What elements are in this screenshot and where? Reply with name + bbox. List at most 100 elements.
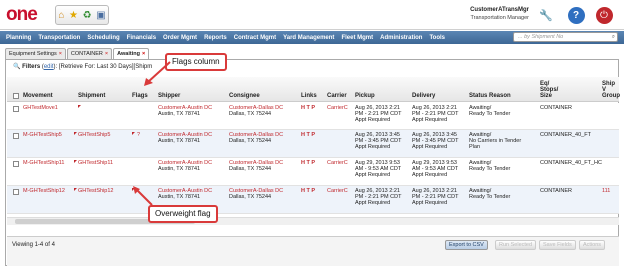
shipments-panel: 🔍 Filters (edit): [Retrieve For: Last 30… [5, 59, 620, 266]
eq-cell: CONTAINER_40_FT_HC [540, 160, 602, 166]
monitor-icon[interactable]: ▣ [96, 10, 105, 21]
shipment-link[interactable]: GHTestShip12 [78, 188, 113, 194]
col-status-reason[interactable]: Status Reason [469, 93, 511, 99]
horizontal-scrollbar[interactable] [7, 217, 619, 225]
power-icon[interactable]: ⏻ [594, 5, 614, 25]
table-row[interactable]: M-GHTestShip11 GHTestShip11 CustomerA-Au… [7, 158, 619, 186]
nav-tools[interactable]: Tools [429, 35, 445, 41]
carrier-link[interactable]: CarrierC [327, 105, 348, 111]
delivery-cell: Aug 26, 2013 3:45 PM - 3:45 PM CDT Appt Re… [412, 132, 459, 150]
nav-contract-mgmt[interactable]: Contract Mgmt [234, 35, 276, 41]
pickup-cell: Aug 29, 2013 9:53 AM - 9:53 AM CDT Appt Re… [355, 160, 402, 178]
movement-link[interactable]: M-GHTestShip5 [23, 132, 62, 138]
ship-group-link[interactable]: 111 [602, 188, 610, 194]
shipper-link[interactable]: CustomerA-Austin DC Austin, TX 78741 [158, 105, 212, 117]
col-links[interactable]: Links [301, 93, 317, 99]
top-bar: one ⌂ ★ ♻ ▣ CustomerATransMgr Transporta… [0, 0, 624, 30]
links-cell[interactable]: H T P [301, 188, 315, 194]
col-carrier[interactable]: Carrier [327, 93, 347, 99]
status-cell: Awaiting/Ready To Tender [469, 188, 511, 200]
col-pickup[interactable]: Pickup [355, 93, 375, 99]
shipment-link[interactable]: GHTestShip5 [78, 132, 110, 138]
status-cell: Awaiting/Ready To Tender [469, 105, 511, 117]
nav-planning[interactable]: Planning [6, 35, 31, 41]
quick-icons: ⌂ ★ ♻ ▣ [55, 5, 109, 25]
pickup-cell: Aug 26, 2013 3:45 PM - 3:45 PM CDT Appt Re… [355, 132, 402, 150]
table-row[interactable]: GHTestMove1 CustomerA-Austin DC Austin, T… [7, 103, 619, 130]
user-role: Transportation Manager [470, 15, 530, 21]
row-checkbox[interactable] [13, 161, 19, 167]
note-flag-icon [74, 188, 77, 191]
col-consignee[interactable]: Consignee [229, 93, 260, 99]
table-row[interactable]: M-GHTestShip5 GHTestShip5 ? CustomerA-Au… [7, 130, 619, 158]
search-icon[interactable]: ⌕ [612, 33, 615, 41]
question-flag-icon[interactable]: ? [137, 132, 140, 138]
carrier-link[interactable]: CarrierC [327, 160, 348, 166]
select-all-checkbox[interactable] [13, 93, 19, 99]
tab-container[interactable]: CONTAINER × [66, 48, 113, 59]
consignee-link[interactable]: CustomerA-Dallas DC Dallas, TX 75244 [229, 132, 283, 144]
nav-reports[interactable]: Reports [204, 35, 227, 41]
movement-link[interactable]: M-GHTestShip12 [23, 188, 65, 194]
nav-order-mgmt[interactable]: Order Mgmt [163, 35, 197, 41]
row-checkbox[interactable] [13, 189, 19, 195]
tab-equipment-settings[interactable]: Equipment Settings × [5, 48, 66, 59]
eq-cell: CONTAINER [540, 105, 572, 111]
shipper-link[interactable]: CustomerA-Austin DC Austin, TX 78741 [158, 188, 212, 200]
shipment-link[interactable]: GHTestShip11 [78, 160, 113, 166]
wrench-icon[interactable]: 🔧 [536, 5, 556, 25]
close-icon[interactable]: × [59, 51, 62, 57]
col-flags[interactable]: Flags [132, 93, 148, 99]
consignee-link[interactable]: CustomerA-Dallas DC Dallas, TX 75244 [229, 160, 283, 172]
movement-link[interactable]: GHTestMove1 [23, 105, 58, 111]
consignee-link[interactable]: CustomerA-Dallas DC Dallas, TX 75244 [229, 188, 283, 200]
run-selected-button[interactable]: Run Selected [495, 240, 537, 250]
callout-arrow [144, 61, 171, 86]
note-flag-icon [78, 105, 81, 108]
filters-bar: 🔍 Filters (edit): [Retrieve For: Last 30… [13, 64, 153, 70]
col-shipper[interactable]: Shipper [158, 93, 180, 99]
help-icon[interactable]: ? [566, 5, 586, 25]
app-logo[interactable]: one [6, 4, 38, 26]
tab-awaiting[interactable]: Awaiting × [113, 48, 150, 59]
col-eq-stops-size[interactable]: Size [540, 93, 552, 99]
star-icon[interactable]: ★ [69, 10, 78, 21]
movement-link[interactable]: M-GHTestShip11 [23, 160, 64, 166]
note-flag-icon [74, 160, 77, 163]
delivery-cell: Aug 26, 2013 2:21 PM - 2:21 PM CDT Appt Re… [412, 105, 459, 123]
nav-transportation[interactable]: Transportation [38, 35, 80, 41]
col-shipment[interactable]: Shipment [78, 93, 105, 99]
close-icon[interactable]: × [105, 51, 108, 57]
carrier-link[interactable]: CarrierC [327, 188, 348, 194]
recycle-icon[interactable]: ♻ [83, 10, 92, 21]
col-ship-group[interactable]: Group [602, 93, 620, 99]
table-row[interactable]: M-GHTestShip12 GHTestShip12 CustomerA-Au… [7, 186, 619, 214]
row-checkbox[interactable] [13, 106, 19, 112]
consignee-link[interactable]: CustomerA-Dallas DC Dallas, TX 75244 [229, 105, 283, 117]
col-movement[interactable]: Movement [23, 93, 53, 99]
nav-yard-management[interactable]: Yard Management [283, 35, 334, 41]
status-cell: Awaiting/Ready To Tender [469, 160, 511, 172]
col-delivery[interactable]: Delivery [412, 93, 435, 99]
shipment-search-input[interactable]: ... by Shipment No ⌕ [513, 32, 618, 42]
nav-fleet-mgmt[interactable]: Fleet Mgmt [341, 35, 373, 41]
nav-administration[interactable]: Administration [380, 35, 422, 41]
shipper-link[interactable]: CustomerA-Austin DC Austin, TX 78741 [158, 160, 212, 172]
delivery-cell: Aug 29, 2013 9:53 AM - 9:53 AM CDT Appt Re… [412, 160, 459, 178]
export-csv-button[interactable]: Export to CSV [445, 240, 488, 250]
row-checkbox[interactable] [13, 133, 19, 139]
links-cell[interactable]: H T P [301, 105, 315, 111]
shipper-link[interactable]: CustomerA-Austin DC Austin, TX 78741 [158, 132, 212, 144]
nav-scheduling[interactable]: Scheduling [87, 35, 119, 41]
user-name: CustomerATransMgr [470, 7, 529, 13]
home-icon[interactable]: ⌂ [58, 10, 64, 21]
nav-financials[interactable]: Financials [127, 35, 156, 41]
actions-button[interactable]: Actions [579, 240, 606, 250]
status-cell: Awaiting/No Carriers in Tender Plan [469, 132, 522, 150]
save-fields-button[interactable]: Save Fields [539, 240, 576, 250]
close-icon[interactable]: × [142, 51, 145, 57]
edit-filters-link[interactable]: edit [44, 64, 54, 70]
links-cell[interactable]: H T P [301, 132, 315, 138]
links-cell[interactable]: H T P [301, 160, 315, 166]
viewing-count: Viewing 1-4 of 4 [12, 242, 55, 248]
